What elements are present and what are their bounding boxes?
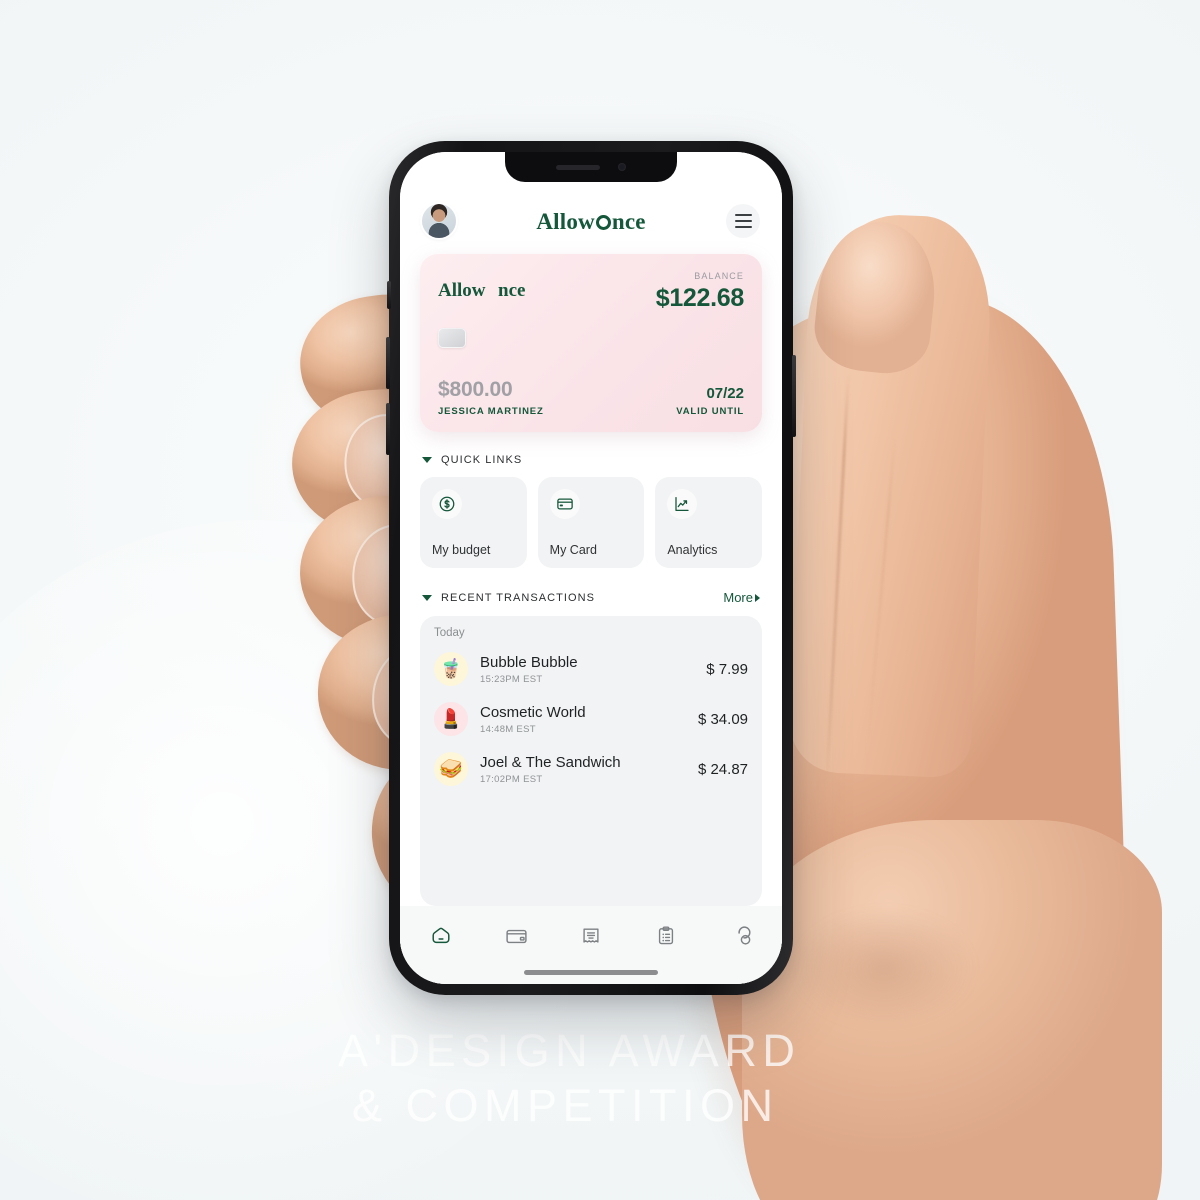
front-camera-icon bbox=[618, 163, 626, 171]
watermark-line-1: A'DESIGN AWARD bbox=[338, 1025, 801, 1076]
transaction-info: Bubble Bubble 15:23PM EST bbox=[480, 654, 694, 685]
home-indicator[interactable] bbox=[524, 970, 658, 975]
quick-link-label: My Card bbox=[549, 543, 597, 557]
table-row[interactable]: 🧋 Bubble Bubble 15:23PM EST $ 7.99 bbox=[434, 644, 748, 694]
quick-links-header: QUICK LINKS bbox=[400, 454, 782, 466]
transactions-card: Today 🧋 Bubble Bubble 15:23PM EST $ 7.99… bbox=[420, 616, 762, 906]
quick-link-my-budget[interactable]: My budget bbox=[420, 477, 527, 568]
transaction-info: Joel & The Sandwich 17:02PM EST bbox=[480, 754, 686, 785]
watermark: A'DESIGN AWARD & COMPETITION bbox=[338, 1024, 898, 1134]
balance-card-bottom: $800.00 JESSICA MARTINEZ 07/22 VALID UNT… bbox=[438, 378, 744, 417]
card-holder-block: $800.00 JESSICA MARTINEZ bbox=[438, 378, 544, 417]
menu-bar-3 bbox=[734, 225, 752, 229]
transaction-name: Joel & The Sandwich bbox=[480, 753, 621, 771]
card-expiry-date: 07/22 bbox=[706, 385, 744, 402]
app-brand-logo: Allow nce bbox=[536, 210, 645, 233]
recent-transactions-title: RECENT TRANSACTIONS bbox=[441, 591, 596, 604]
phone-screen-bezel: Allow nce Allow nce BALANCE $122.68 $800… bbox=[400, 152, 782, 984]
transaction-amount: $ 24.87 bbox=[697, 760, 748, 778]
nav-card[interactable] bbox=[497, 921, 535, 951]
watermark-line-2: & COMPETITION bbox=[352, 1079, 779, 1131]
transaction-name: Bubble Bubble bbox=[480, 653, 578, 671]
table-row[interactable]: 🥪 Joel & The Sandwich 17:02PM EST $ 24.8… bbox=[434, 744, 748, 794]
transaction-amount: $ 7.99 bbox=[706, 660, 748, 678]
quick-links-title: QUICK LINKS bbox=[441, 454, 523, 466]
transaction-info: Cosmetic World 14:48M EST bbox=[480, 704, 686, 735]
credit-card-icon bbox=[549, 489, 580, 519]
phone-device: Allow nce Allow nce BALANCE $122.68 $800… bbox=[386, 141, 796, 995]
bottom-nav bbox=[400, 906, 782, 957]
transaction-time: 17:02PM EST bbox=[480, 773, 543, 785]
lipstick-icon: 💄 bbox=[434, 702, 468, 736]
balance-card-wrapper: Allow nce BALANCE $122.68 $800.00 JESSIC… bbox=[400, 248, 782, 432]
brand-o-ring-icon bbox=[595, 214, 611, 230]
dollar-circle-icon bbox=[432, 489, 462, 519]
nav-chat[interactable] bbox=[722, 921, 760, 951]
sandwich-icon: 🥪 bbox=[434, 752, 468, 786]
transaction-time: 15:23PM EST bbox=[480, 673, 543, 685]
notch bbox=[505, 152, 677, 182]
line-chart-icon bbox=[667, 489, 698, 519]
quick-link-my-card[interactable]: My Card bbox=[537, 477, 645, 568]
chevron-down-icon[interactable] bbox=[422, 594, 432, 601]
power-button[interactable] bbox=[792, 355, 796, 437]
card-holder-name: JESSICA MARTINEZ bbox=[438, 406, 544, 417]
card-chip-icon bbox=[438, 327, 466, 348]
quick-link-label: Analytics bbox=[667, 543, 718, 557]
earpiece-speaker bbox=[556, 164, 600, 170]
table-row[interactable]: 💄 Cosmetic World 14:48M EST $ 34.09 bbox=[434, 694, 748, 744]
quick-link-label: My budget bbox=[432, 543, 491, 557]
bubble-tea-icon: 🧋 bbox=[434, 652, 468, 686]
silent-switch[interactable] bbox=[387, 281, 391, 309]
hamburger-menu-icon[interactable] bbox=[726, 204, 760, 238]
quick-links-row: My budget My Card Analytics bbox=[400, 477, 782, 568]
transaction-name: Cosmetic World bbox=[480, 703, 586, 721]
balance-amount: $122.68 bbox=[655, 284, 745, 312]
quick-links-header-left[interactable]: QUICK LINKS bbox=[422, 454, 522, 466]
avatar[interactable] bbox=[422, 204, 456, 238]
transactions-day-label: Today bbox=[434, 627, 465, 639]
card-brand-o-ring-icon bbox=[486, 284, 499, 297]
more-label: More bbox=[723, 590, 753, 605]
app-header: Allow nce bbox=[400, 186, 782, 248]
app-screen: Allow nce Allow nce BALANCE $122.68 $800… bbox=[400, 152, 782, 984]
balance-readout: BALANCE $122.68 bbox=[655, 271, 745, 313]
transaction-time: 14:48M EST bbox=[480, 723, 536, 735]
brand-prefix: Allow bbox=[536, 208, 595, 234]
chevron-right-icon bbox=[755, 593, 760, 602]
recent-transactions-header: RECENT TRANSACTIONS More bbox=[400, 590, 782, 605]
balance-label: BALANCE bbox=[694, 271, 744, 281]
menu-bar-1 bbox=[734, 213, 752, 217]
card-brand-prefix: Allow bbox=[438, 280, 486, 301]
more-transactions-link[interactable]: More bbox=[723, 590, 760, 605]
balance-card[interactable]: Allow nce BALANCE $122.68 $800.00 JESSIC… bbox=[420, 254, 762, 432]
bottom-nav-wrapper bbox=[400, 906, 782, 984]
card-brand-suffix: nce bbox=[498, 280, 526, 301]
balance-card-top: Allow nce BALANCE $122.68 bbox=[438, 271, 744, 313]
recent-transactions-header-left[interactable]: RECENT TRANSACTIONS bbox=[422, 592, 595, 604]
nav-home[interactable] bbox=[422, 921, 460, 951]
menu-bar-2 bbox=[734, 219, 752, 223]
card-expiry-label: VALID UNTIL bbox=[676, 406, 744, 417]
card-limit-amount: $800.00 bbox=[438, 378, 513, 401]
nav-clipboard[interactable] bbox=[647, 921, 685, 951]
card-brand-logo: Allow nce bbox=[438, 281, 525, 300]
volume-up-button[interactable] bbox=[386, 337, 390, 389]
quick-link-analytics[interactable]: Analytics bbox=[655, 477, 763, 568]
nav-receipt[interactable] bbox=[572, 921, 610, 951]
brand-suffix: nce bbox=[611, 208, 646, 234]
card-expiry-block: 07/22 VALID UNTIL bbox=[676, 385, 744, 417]
volume-down-button[interactable] bbox=[386, 403, 390, 455]
transaction-amount: $ 34.09 bbox=[697, 710, 748, 728]
chevron-down-icon[interactable] bbox=[422, 457, 432, 463]
